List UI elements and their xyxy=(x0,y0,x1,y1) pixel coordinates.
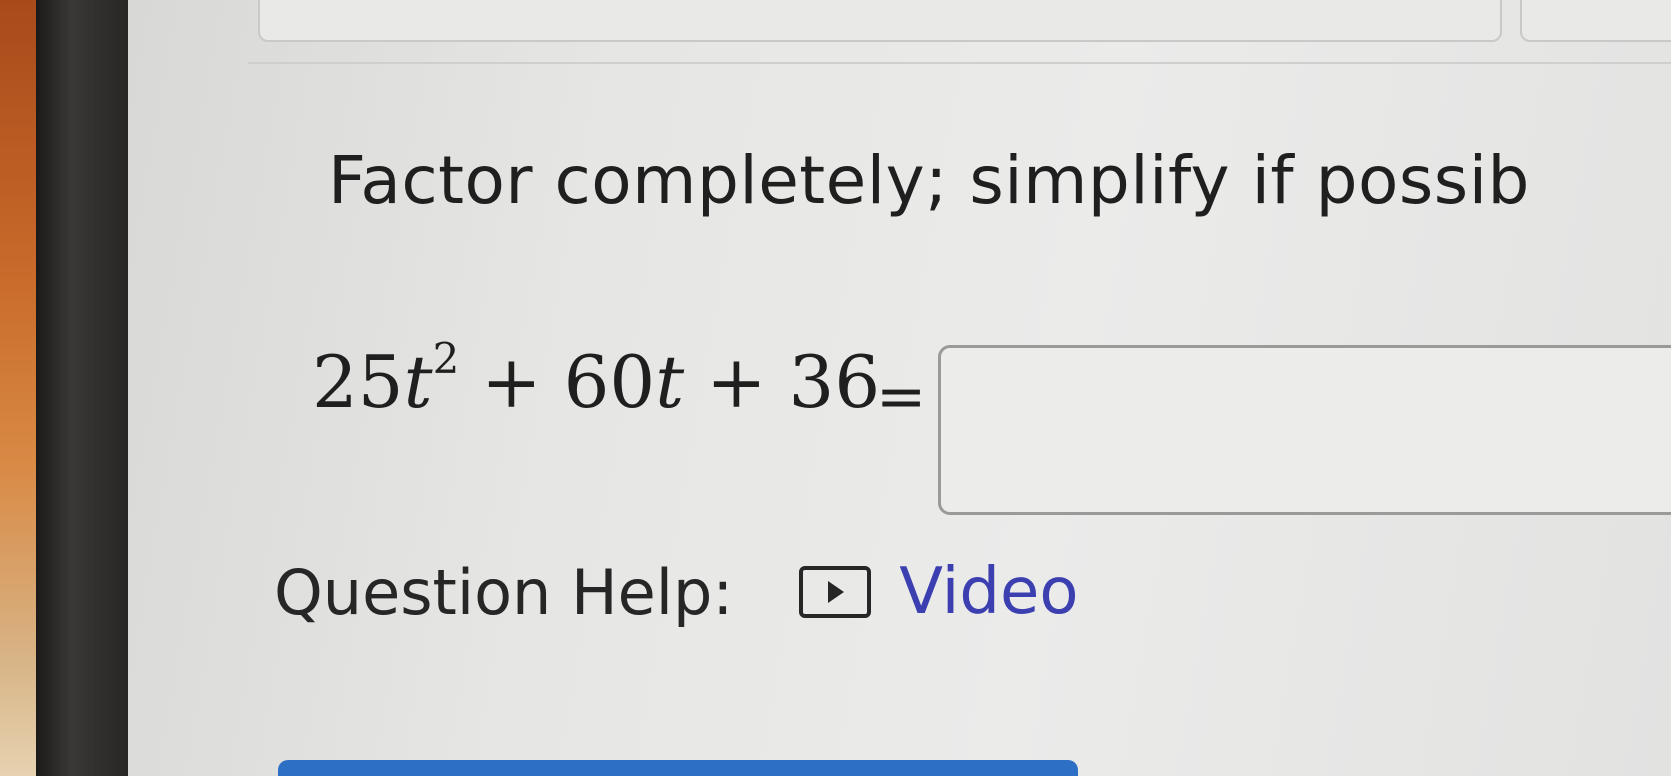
play-video-icon xyxy=(799,566,872,618)
exponent: 2 xyxy=(432,334,460,383)
question-help-label: Question Help: xyxy=(274,555,734,629)
question-help: Question Help: Video xyxy=(274,555,1079,629)
top-button[interactable] xyxy=(1520,0,1671,42)
divider xyxy=(248,62,1671,64)
variable-t: t xyxy=(403,340,433,424)
variable-t: t xyxy=(655,340,685,424)
answer-input[interactable] xyxy=(938,345,1671,515)
plus-sign: + xyxy=(481,340,542,424)
submit-button[interactable] xyxy=(278,760,1078,776)
coefficient-60: 60 xyxy=(563,340,656,424)
equals-sign: = xyxy=(876,362,927,432)
coefficient-25: 25 xyxy=(312,340,404,424)
plus-sign: + xyxy=(706,340,767,424)
question-instruction: Factor completely; simplify if possib xyxy=(328,142,1530,219)
top-panel xyxy=(258,0,1502,42)
screen: Factor completely; simplify if possib 25… xyxy=(128,0,1671,776)
equation: 25 t 2 + 60 t + 36 xyxy=(312,334,881,424)
video-link-label: Video xyxy=(899,555,1079,629)
video-link[interactable]: Video xyxy=(799,555,1079,629)
constant-36: 36 xyxy=(788,340,881,424)
photo-scene: Factor completely; simplify if possib 25… xyxy=(0,0,1671,776)
